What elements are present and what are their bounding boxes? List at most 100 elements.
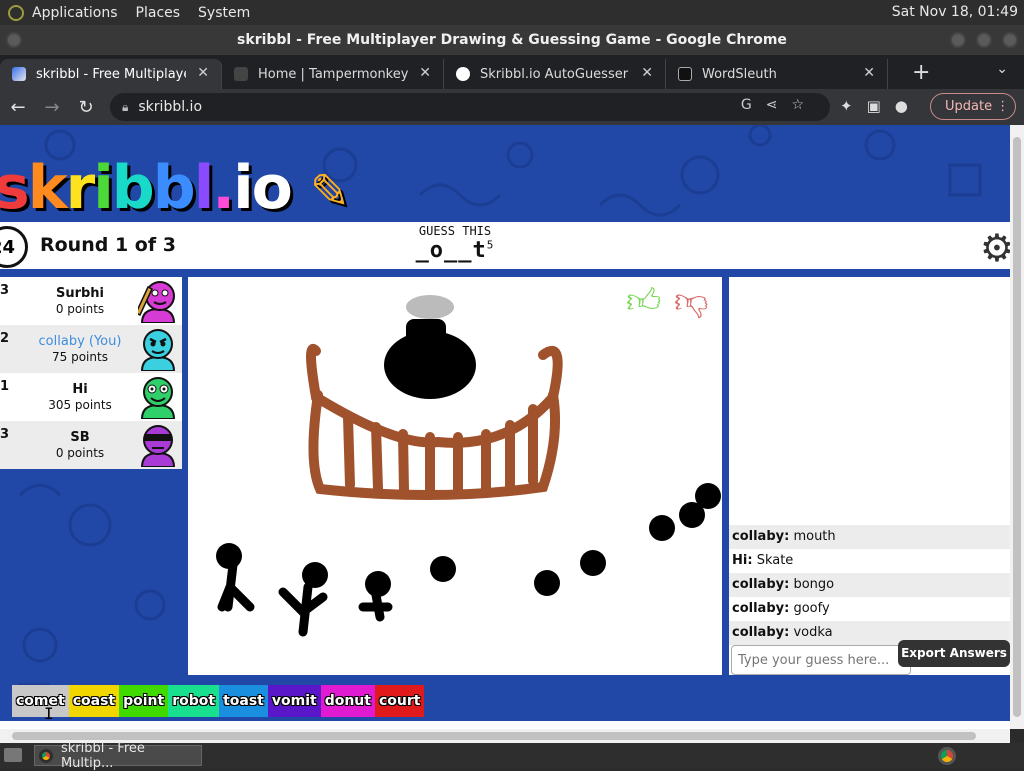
thumbs-up-icon[interactable]: 👍︎ bbox=[626, 281, 662, 322]
word-suggestion[interactable]: donut bbox=[320, 685, 375, 717]
player-score: 75 points bbox=[52, 350, 108, 364]
round-indicator: Round 1 of 3 bbox=[40, 234, 176, 256]
update-button[interactable]: Update ⋮ bbox=[930, 93, 1016, 120]
word-suggestion[interactable]: point bbox=[119, 685, 169, 717]
vertical-scrollbar[interactable] bbox=[1010, 125, 1024, 729]
wordsleuth-favicon-icon bbox=[678, 67, 692, 81]
word-suggestion[interactable]: toast bbox=[219, 685, 268, 717]
settings-gear-icon[interactable]: ⚙ bbox=[980, 226, 1010, 270]
word-suggestion[interactable]: coast bbox=[68, 685, 120, 717]
chat-message: collaby: goofy bbox=[729, 597, 1010, 621]
google-icon[interactable]: G bbox=[741, 97, 766, 113]
tab-label: skribbl - Free Multiplayer Drawing bbox=[36, 66, 186, 82]
chat-user: Hi: bbox=[732, 553, 753, 568]
window-close-icon[interactable] bbox=[1002, 32, 1018, 48]
share-icon[interactable]: ⋖ bbox=[766, 97, 792, 113]
menu-applications[interactable]: Applications bbox=[32, 5, 118, 21]
player-name: SB bbox=[70, 430, 90, 445]
avatar bbox=[140, 425, 176, 467]
timer-clock: 24 bbox=[0, 226, 28, 268]
tab-label: WordSleuth bbox=[702, 66, 777, 82]
tab-skribbl[interactable]: skribbl - Free Multiplayer Drawing ✕ bbox=[0, 59, 222, 89]
window-title-bar: skribbl - Free Multiplayer Drawing & Gue… bbox=[0, 25, 1024, 55]
reload-icon[interactable]: ↻ bbox=[70, 97, 102, 118]
player-name: collaby (You) bbox=[38, 334, 122, 349]
tab-label: Home | Tampermonkey bbox=[258, 66, 408, 82]
update-label: Update bbox=[945, 99, 993, 114]
close-icon[interactable]: ✕ bbox=[419, 65, 431, 81]
greasyfork-favicon-icon bbox=[456, 67, 470, 81]
word-suggestion[interactable]: comet bbox=[12, 685, 69, 717]
lock-icon[interactable]: 🔒︎ bbox=[122, 100, 128, 115]
tab-wordsleuth[interactable]: WordSleuth ✕ bbox=[666, 59, 888, 89]
address-field[interactable]: 🔒︎ skribbl.io G⋖☆ bbox=[110, 93, 830, 121]
canvas-drawing bbox=[216, 295, 721, 637]
side-panel-icon[interactable]: ▣ bbox=[867, 97, 895, 115]
system-clock[interactable]: Sat Nov 18, 01:49 bbox=[892, 4, 1018, 20]
extensions-icon[interactable]: ✦ bbox=[840, 97, 867, 115]
toolbar-icons: ✦▣● bbox=[840, 97, 922, 115]
player-rank: 3 bbox=[0, 427, 10, 442]
text-cursor-icon: I bbox=[44, 704, 54, 723]
player-row[interactable]: 3 Surbhi 0 points bbox=[0, 277, 182, 325]
url-text[interactable]: skribbl.io bbox=[138, 99, 202, 115]
guess-input[interactable] bbox=[731, 645, 911, 675]
tab-autoguesser[interactable]: Skribbl.io AutoGuesser ✕ bbox=[444, 59, 666, 89]
forward-arrow-icon[interactable]: → bbox=[36, 97, 68, 118]
scrollbar-thumb[interactable] bbox=[12, 732, 976, 740]
scrollbar-thumb[interactable] bbox=[1013, 137, 1021, 717]
tray-chrome-icon[interactable] bbox=[938, 747, 956, 765]
taskbar: skribbl - Free Multip... bbox=[0, 741, 1024, 771]
maximize-icon[interactable] bbox=[976, 32, 992, 48]
player-name: Hi bbox=[72, 382, 88, 397]
word-length: 5 bbox=[486, 238, 495, 252]
chat-empty-area bbox=[729, 277, 1010, 525]
kebab-menu-icon[interactable]: ⋮ bbox=[996, 99, 1009, 114]
guess-this-label: GUESS THIS bbox=[418, 224, 492, 238]
drawing-canvas[interactable]: 👍︎ 👎︎ bbox=[188, 277, 722, 675]
word-hint: _o__t5 bbox=[380, 238, 530, 263]
chat-user: collaby: bbox=[732, 625, 790, 640]
chrome-icon bbox=[39, 748, 53, 763]
menu-system[interactable]: System bbox=[198, 5, 250, 21]
tab-label: Skribbl.io AutoGuesser bbox=[480, 66, 629, 82]
chat-text: bongo bbox=[793, 577, 835, 592]
player-score: 0 points bbox=[55, 446, 105, 460]
window-menu-icon[interactable] bbox=[6, 32, 22, 48]
chat-message: Hi: Skate bbox=[729, 549, 1010, 573]
tab-search-chevron-icon[interactable]: ⌄ bbox=[996, 61, 1008, 77]
show-desktop-icon[interactable] bbox=[4, 748, 22, 762]
pencil-icon: ✎ bbox=[309, 164, 350, 220]
close-icon[interactable]: ✕ bbox=[863, 65, 875, 81]
player-row[interactable]: 1 Hi 305 points bbox=[0, 373, 182, 421]
close-icon[interactable]: ✕ bbox=[641, 65, 653, 81]
browser-toolbar: ← → ↻ 🔒︎ skribbl.io G⋖☆ ✦▣● Update ⋮ bbox=[0, 89, 1024, 125]
minimize-icon[interactable] bbox=[950, 32, 966, 48]
player-row[interactable]: 2 collaby (You) 75 points bbox=[0, 325, 182, 373]
chat-message: collaby: mouth bbox=[729, 525, 1010, 549]
word-suggestion[interactable]: robot bbox=[168, 685, 220, 717]
new-tab-icon[interactable]: + bbox=[912, 60, 930, 85]
word-suggestion-bar: comet coast point robot toast vomit donu… bbox=[12, 685, 425, 717]
close-icon[interactable]: ✕ bbox=[197, 65, 209, 81]
back-arrow-icon[interactable]: ← bbox=[2, 97, 34, 118]
player-score: 0 points bbox=[55, 302, 105, 316]
menu-places[interactable]: Places bbox=[136, 5, 181, 21]
player-rank: 3 bbox=[0, 283, 10, 298]
taskbar-chrome-window[interactable]: skribbl - Free Multip... bbox=[34, 741, 202, 771]
skribbl-favicon-icon bbox=[12, 67, 26, 81]
bookmark-star-icon[interactable]: ☆ bbox=[791, 97, 818, 113]
word-suggestion[interactable]: court bbox=[374, 685, 425, 717]
tab-tampermonkey[interactable]: Home | Tampermonkey ✕ bbox=[222, 59, 444, 89]
profile-avatar-icon[interactable]: ● bbox=[895, 97, 922, 115]
chat-user: collaby: bbox=[732, 601, 790, 616]
thumbs-down-icon[interactable]: 👎︎ bbox=[674, 281, 709, 322]
word-hint-text: _o__t bbox=[415, 238, 487, 263]
export-answers-button[interactable]: Export Answers bbox=[898, 640, 1010, 667]
word-suggestion[interactable]: vomit bbox=[267, 685, 321, 717]
player-row[interactable]: 3 SB 0 points bbox=[0, 421, 182, 469]
player-name: Surbhi bbox=[55, 286, 105, 301]
system-logo-icon[interactable] bbox=[8, 4, 24, 21]
round-header: 24 Round 1 of 3 GUESS THIS _o__t5 ⚙ bbox=[0, 222, 1010, 270]
chat-text: mouth bbox=[793, 529, 836, 544]
